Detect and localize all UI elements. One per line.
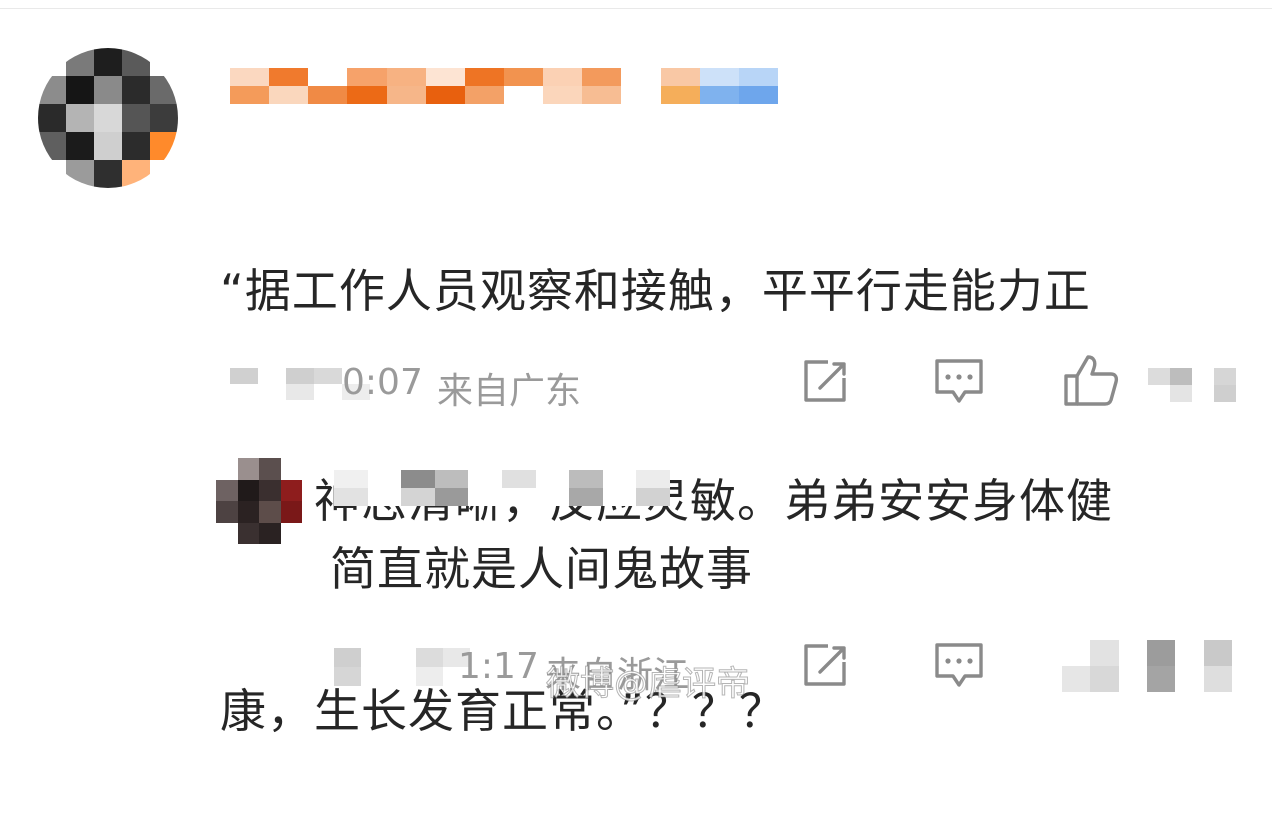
like-icon[interactable] — [1062, 352, 1120, 408]
comment-line: “据工作人员观察和接触，平平行走能力正 — [220, 264, 1091, 318]
username-censored[interactable] — [230, 68, 778, 104]
edit-icon[interactable] — [800, 640, 852, 690]
comment-text: “据工作人员观察和接触，平平行走能力正 常，神志清晰，反应灵敏。弟弟安安身体健 … — [220, 116, 1250, 816]
reply-text: 简直就是人间鬼故事 — [330, 542, 753, 596]
avatar[interactable] — [38, 48, 178, 188]
reply-avatar[interactable] — [216, 458, 302, 544]
reply-like-censored[interactable] — [1062, 640, 1232, 692]
top-divider — [0, 8, 1272, 9]
like-count-censored — [1148, 368, 1236, 402]
reply-date-censored — [334, 648, 470, 686]
comment-time: 0:07 — [342, 362, 423, 403]
reply-username-censored[interactable] — [334, 470, 670, 506]
comment-icon[interactable] — [932, 356, 986, 408]
watermark: 微博@虐评帝 — [546, 664, 751, 705]
reply-time: 1:17 — [458, 646, 539, 687]
comment-icon[interactable] — [932, 640, 986, 692]
comment-location: 来自广东 — [437, 371, 582, 412]
edit-icon[interactable] — [800, 356, 852, 406]
